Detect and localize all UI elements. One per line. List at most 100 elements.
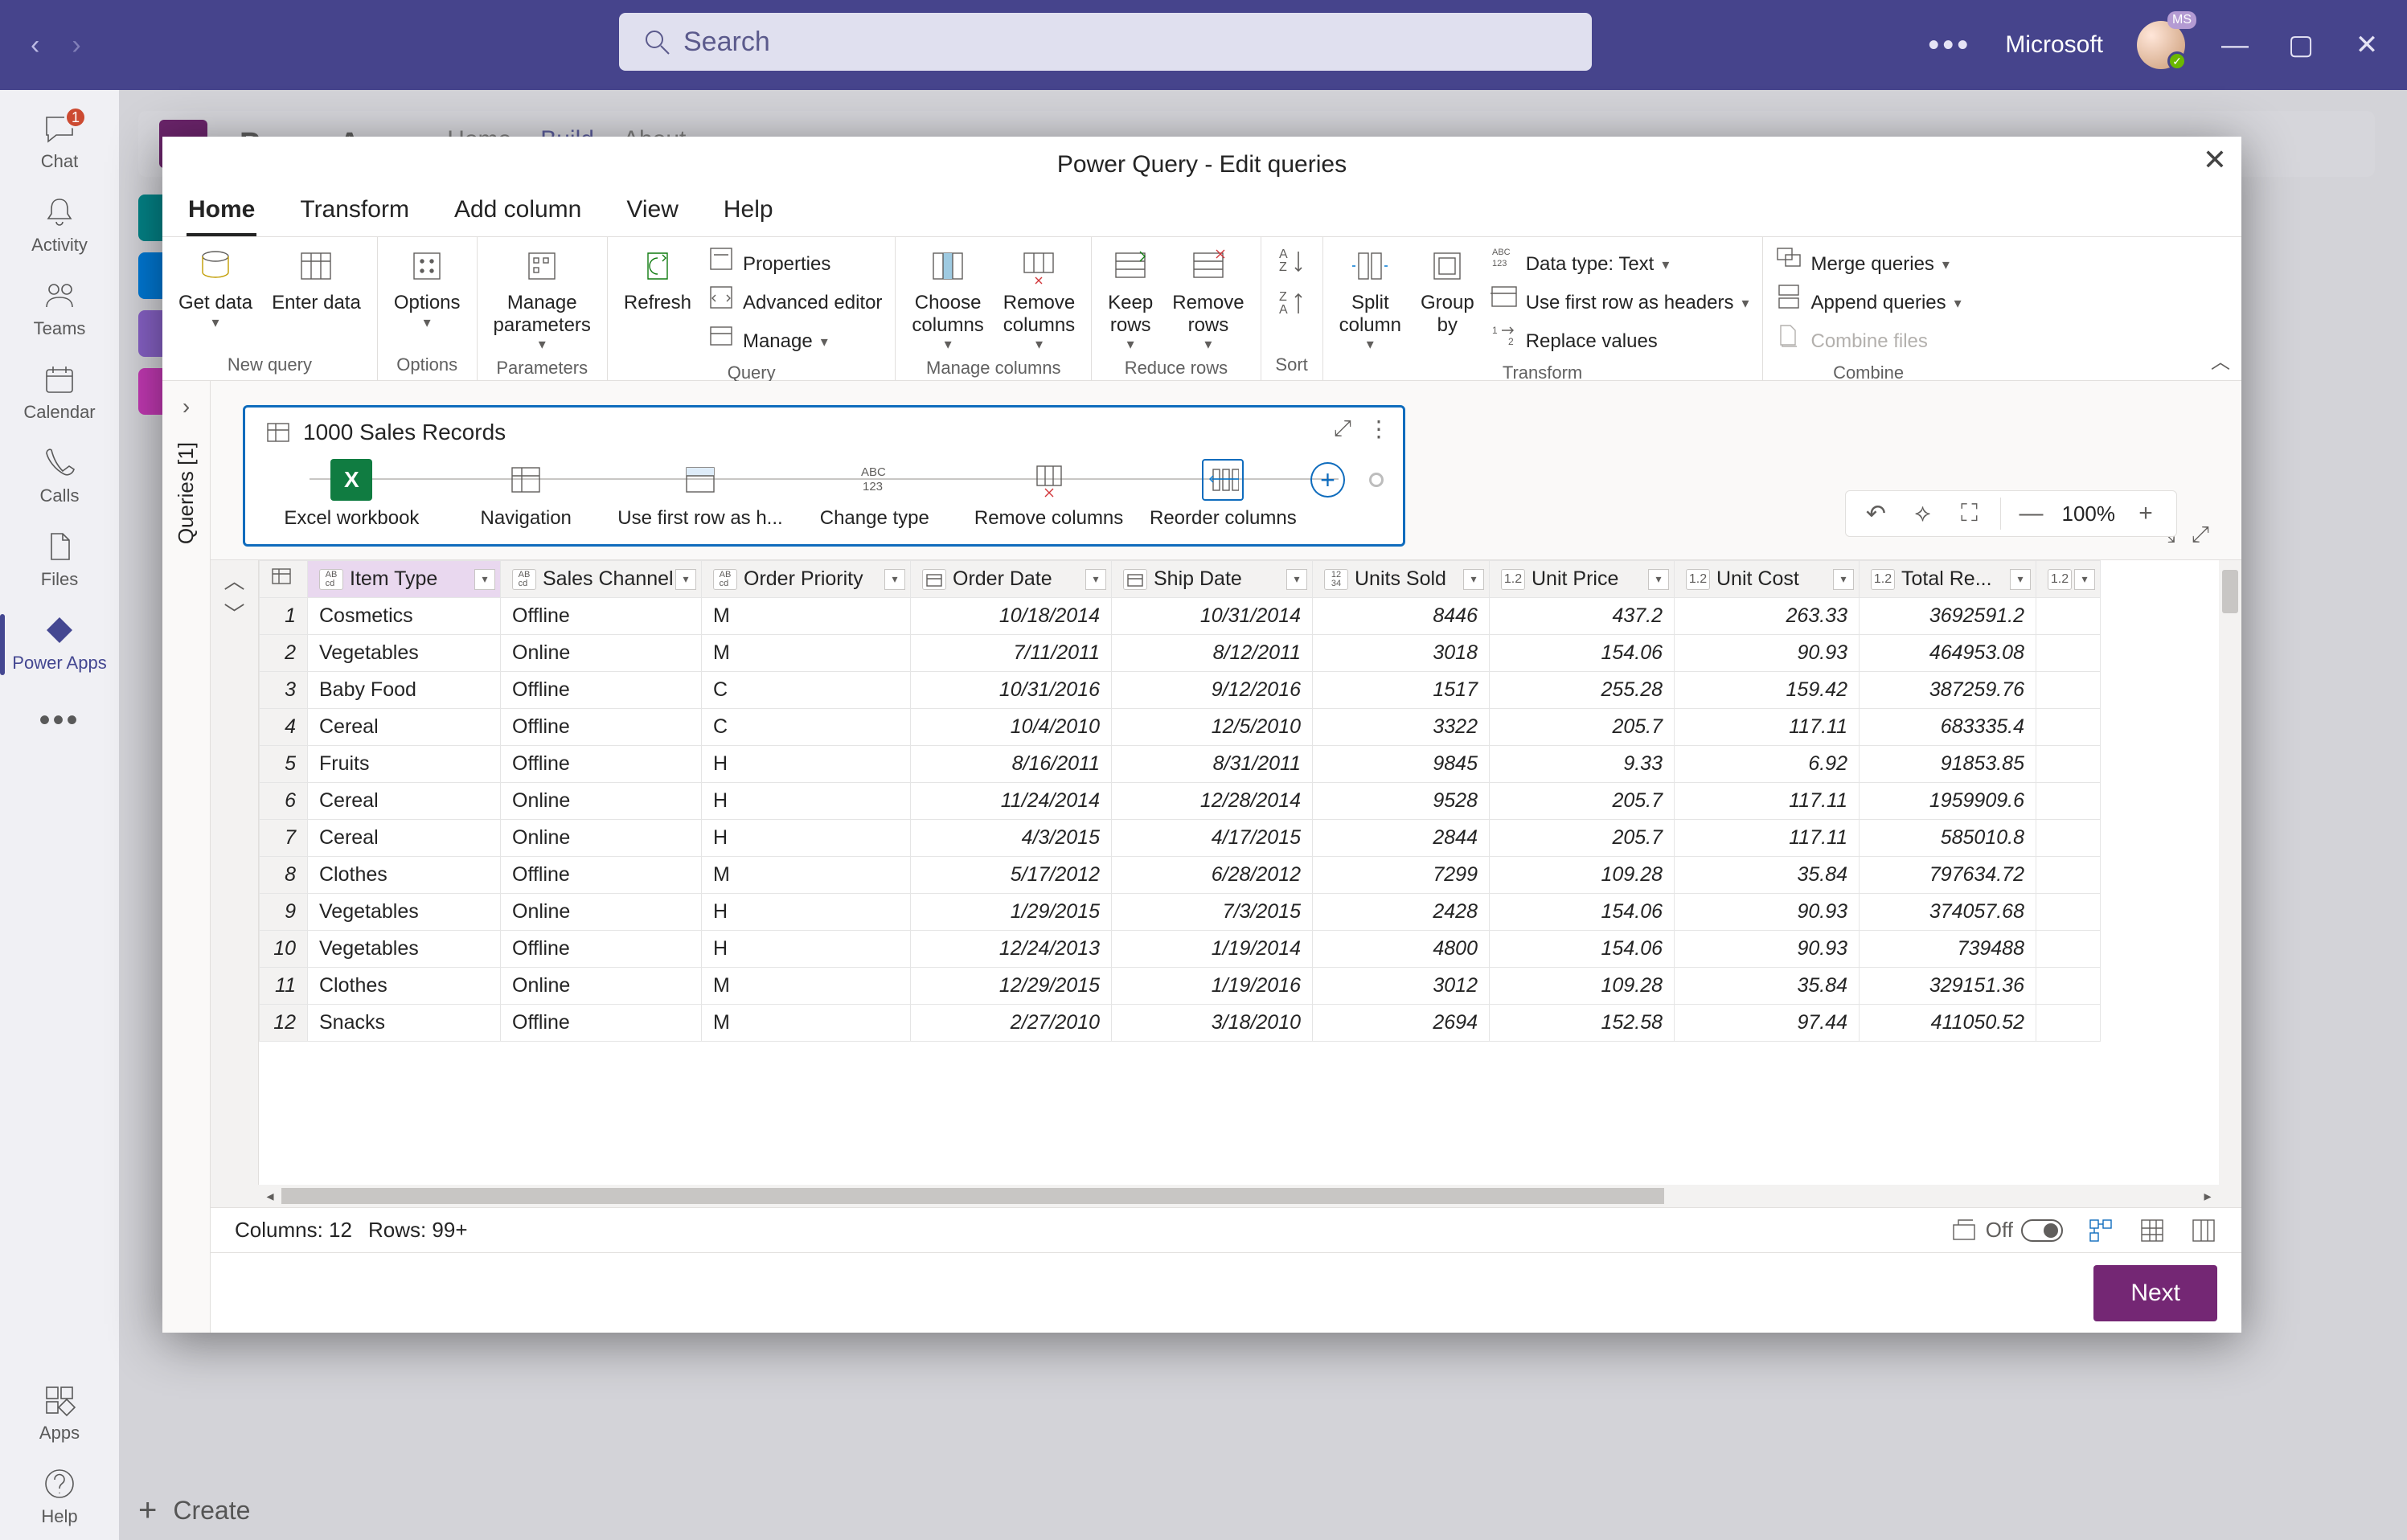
sort-desc-button[interactable]: ZA xyxy=(1276,289,1308,322)
cell[interactable]: 3018 xyxy=(1313,635,1490,672)
zoom-out-button[interactable]: — xyxy=(2015,498,2048,530)
cell[interactable]: Offline xyxy=(501,1005,702,1042)
table-row[interactable]: 11 Clothes Online M 12/29/2015 1/19/2016… xyxy=(260,968,2101,1005)
grid-view-icon[interactable] xyxy=(2138,1217,2166,1244)
cell[interactable]: 9528 xyxy=(1313,783,1490,820)
cell[interactable]: 464953.08 xyxy=(1860,635,2036,672)
expand-view-icon[interactable]: ⤢ xyxy=(2192,522,2209,548)
group-by-button[interactable]: Group by xyxy=(1411,242,1484,339)
ribbon-tab-view[interactable]: View xyxy=(625,190,679,236)
cell[interactable] xyxy=(2036,746,2101,783)
table-row[interactable]: 3 Baby Food Offline C 10/31/2016 9/12/20… xyxy=(260,672,2101,709)
column-dropdown[interactable]: ▾ xyxy=(1833,569,1854,590)
cell[interactable] xyxy=(2036,968,2101,1005)
cell[interactable]: 8/31/2011 xyxy=(1112,746,1313,783)
cell[interactable]: Online xyxy=(501,783,702,820)
cell[interactable]: 12/28/2014 xyxy=(1112,783,1313,820)
cell[interactable]: 154.06 xyxy=(1490,931,1675,968)
cell[interactable]: 35.84 xyxy=(1675,968,1860,1005)
cell[interactable]: Cereal xyxy=(308,820,501,857)
cell[interactable]: Offline xyxy=(501,857,702,894)
remove-rows-button[interactable]: Remove rows xyxy=(1162,242,1253,356)
cell[interactable]: 7/3/2015 xyxy=(1112,894,1313,931)
column-header[interactable]: Ship Date▾ xyxy=(1112,561,1313,598)
corner-cell[interactable] xyxy=(260,561,308,598)
table-row[interactable]: 10 Vegetables Offline H 12/24/2013 1/19/… xyxy=(260,931,2101,968)
cell[interactable]: 8/16/2011 xyxy=(911,746,1112,783)
cell[interactable]: 8446 xyxy=(1313,598,1490,635)
data-grid[interactable]: ABcdItem Type▾ABcdSales Channel▾ABcdOrde… xyxy=(259,560,2241,1185)
create-button[interactable]: + Create xyxy=(138,1493,250,1529)
scroll-right-button[interactable]: ▸ xyxy=(2196,1185,2219,1208)
table-row[interactable]: 6 Cereal Online H 11/24/2014 12/28/2014 … xyxy=(260,783,2101,820)
cell[interactable]: 5/17/2012 xyxy=(911,857,1112,894)
rail-teams[interactable]: Teams xyxy=(0,268,119,352)
column-header[interactable]: ABcdOrder Priority▾ xyxy=(702,561,911,598)
table-row[interactable]: 2 Vegetables Online M 7/11/2011 8/12/201… xyxy=(260,635,2101,672)
column-header[interactable]: 1.2▾ xyxy=(2036,561,2101,598)
cell[interactable]: 1/19/2014 xyxy=(1112,931,1313,968)
cell[interactable]: Vegetables xyxy=(308,931,501,968)
vertical-scrollbar[interactable] xyxy=(2219,560,2241,1185)
cell[interactable]: 4800 xyxy=(1313,931,1490,968)
cell[interactable]: 411050.52 xyxy=(1860,1005,2036,1042)
cell[interactable]: M xyxy=(702,1005,911,1042)
cell[interactable]: 3692591.2 xyxy=(1860,598,2036,635)
append-queries-button[interactable]: Append queries xyxy=(1769,284,1968,322)
cell[interactable]: H xyxy=(702,931,911,968)
ribbon-tab-add-column[interactable]: Add column xyxy=(453,190,583,236)
query-diagram[interactable]: 1000 Sales Records ⤢ ⋮ Excel workbook Na… xyxy=(243,405,1405,547)
keep-rows-button[interactable]: Keep rows xyxy=(1098,242,1162,356)
cell[interactable]: Cereal xyxy=(308,709,501,746)
cell[interactable]: 154.06 xyxy=(1490,894,1675,931)
rail-calendar[interactable]: Calendar xyxy=(0,352,119,436)
remove-columns-button[interactable]: Remove columns xyxy=(994,242,1085,356)
cell[interactable]: Cosmetics xyxy=(308,598,501,635)
cell[interactable]: 9845 xyxy=(1313,746,1490,783)
step-first-row[interactable]: Use first row as h... xyxy=(613,459,788,530)
choose-columns-button[interactable]: Choose columns xyxy=(902,242,993,356)
table-row[interactable]: 9 Vegetables Online H 1/29/2015 7/3/2015… xyxy=(260,894,2101,931)
cell[interactable]: 9.33 xyxy=(1490,746,1675,783)
cell[interactable]: H xyxy=(702,820,911,857)
fit-button[interactable]: ⟡ xyxy=(1907,498,1939,530)
cell[interactable]: 117.11 xyxy=(1675,820,1860,857)
cell[interactable]: Clothes xyxy=(308,968,501,1005)
cell[interactable]: H xyxy=(702,894,911,931)
rail-chat[interactable]: 1 Chat xyxy=(0,101,119,185)
cell[interactable]: 585010.8 xyxy=(1860,820,2036,857)
cell[interactable]: 97.44 xyxy=(1675,1005,1860,1042)
step-remove-cols[interactable]: Remove columns xyxy=(962,459,1136,530)
cell[interactable]: 154.06 xyxy=(1490,635,1675,672)
modal-close-button[interactable]: ✕ xyxy=(2203,143,2227,177)
cell[interactable]: 6.92 xyxy=(1675,746,1860,783)
get-data-button[interactable]: Get data xyxy=(169,242,262,334)
table-row[interactable]: 1 Cosmetics Offline M 10/18/2014 10/31/2… xyxy=(260,598,2101,635)
column-header[interactable]: 1.2Total Re...▾ xyxy=(1860,561,2036,598)
cell[interactable]: H xyxy=(702,783,911,820)
cell[interactable]: Online xyxy=(501,820,702,857)
table-row[interactable]: 4 Cereal Offline C 10/4/2010 12/5/2010 3… xyxy=(260,709,2101,746)
cell[interactable]: C xyxy=(702,709,911,746)
rail-help[interactable]: Help xyxy=(0,1456,119,1540)
cell[interactable]: 11/24/2014 xyxy=(911,783,1112,820)
merge-queries-button[interactable]: Merge queries xyxy=(1769,245,1968,284)
cell[interactable] xyxy=(2036,1005,2101,1042)
fullscreen-button[interactable]: ⛶ xyxy=(1954,498,1986,530)
cell[interactable]: Offline xyxy=(501,672,702,709)
nav-forward-button[interactable]: › xyxy=(72,30,80,61)
cell[interactable] xyxy=(2036,894,2101,931)
cell[interactable]: Offline xyxy=(501,598,702,635)
cell[interactable]: Clothes xyxy=(308,857,501,894)
cell[interactable]: 12/5/2010 xyxy=(1112,709,1313,746)
cell[interactable]: M xyxy=(702,598,911,635)
cell[interactable]: Online xyxy=(501,968,702,1005)
cell[interactable]: M xyxy=(702,857,911,894)
cell[interactable]: 739488 xyxy=(1860,931,2036,968)
cell[interactable]: H xyxy=(702,746,911,783)
column-header[interactable]: ABcdSales Channel▾ xyxy=(501,561,702,598)
step-navigation[interactable]: Navigation xyxy=(439,459,613,530)
cell[interactable]: Baby Food xyxy=(308,672,501,709)
column-dropdown[interactable]: ▾ xyxy=(474,569,495,590)
cell[interactable] xyxy=(2036,931,2101,968)
